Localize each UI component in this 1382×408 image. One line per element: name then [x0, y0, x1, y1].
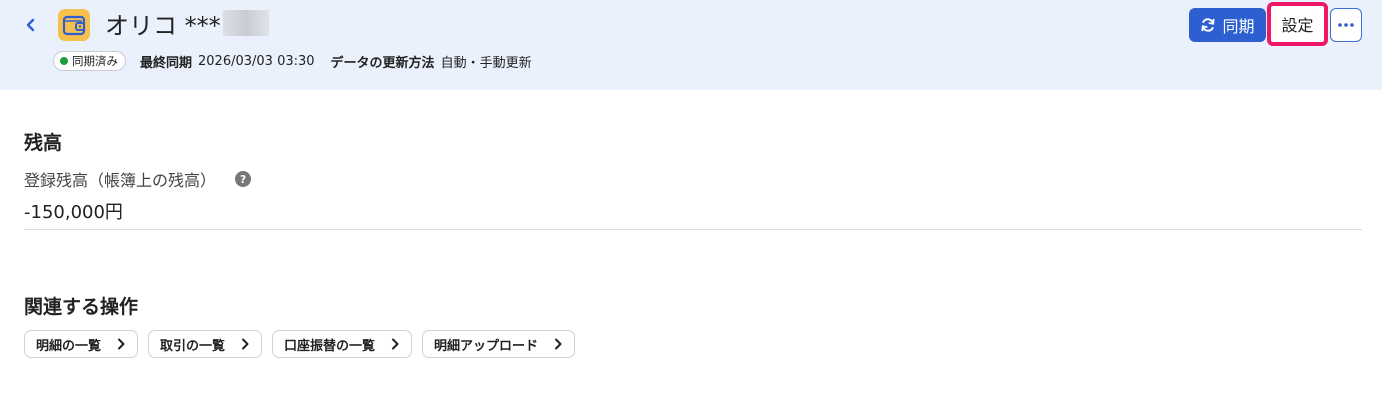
last-sync-label: 最終同期: [140, 55, 193, 71]
balance-label-row: 登録残高（帳簿上の残高） ?: [24, 168, 252, 190]
status-badge: 同期済み: [53, 51, 126, 71]
account-name: オリコ ***: [105, 11, 221, 40]
action-label: 明細アップロード: [434, 338, 539, 354]
chevron-right-icon: [554, 338, 562, 350]
action-label: 口座振替の一覧: [284, 338, 376, 354]
sync-icon: [1201, 18, 1215, 32]
masked-account-number: [222, 10, 269, 36]
balance-section-title: 残高: [24, 132, 63, 154]
last-sync-value: 2026/03/03 03:30: [198, 53, 315, 69]
back-button[interactable]: [20, 14, 42, 36]
chevron-right-icon: [391, 338, 399, 350]
update-method-value: 自動・手動更新: [440, 55, 532, 71]
chevron-right-icon: [241, 338, 249, 350]
action-label: 取引の一覧: [160, 338, 226, 354]
sync-button[interactable]: 同期: [1189, 8, 1266, 42]
status-dot-icon: [60, 57, 68, 65]
more-options-button[interactable]: [1330, 8, 1362, 42]
action-label: 明細の一覧: [36, 338, 102, 354]
balance-value: -150,000円: [24, 202, 123, 223]
statement-list-button[interactable]: 明細の一覧: [24, 330, 139, 358]
sync-button-label: 同期: [1222, 17, 1255, 36]
balance-label: 登録残高（帳簿上の残高）: [24, 171, 217, 190]
page-title: オリコ ***: [105, 6, 269, 40]
related-actions-title: 関連する操作: [24, 296, 139, 318]
divider: [24, 229, 1362, 230]
related-actions-list: 明細の一覧 取引の一覧 口座振替の一覧 明細アップロード: [24, 330, 576, 358]
account-header: オリコ *** 同期済み 最終同期 2026/03/03 03:30 データの更…: [0, 0, 1382, 90]
more-dots-icon: [1338, 23, 1354, 27]
status-badge-label: 同期済み: [72, 54, 118, 68]
settings-button[interactable]: 設定: [1273, 8, 1322, 40]
help-icon[interactable]: ?: [235, 171, 252, 187]
account-transfer-list-button[interactable]: 口座振替の一覧: [272, 330, 413, 358]
settings-highlight-frame: 設定: [1267, 2, 1328, 46]
statement-upload-button[interactable]: 明細アップロード: [422, 330, 576, 358]
sync-info-row: 同期済み 最終同期 2026/03/03 03:30 データの更新方法 自動・手…: [53, 51, 548, 71]
chevron-left-icon: [26, 18, 35, 32]
chevron-right-icon: [117, 338, 125, 350]
update-method-label: データの更新方法: [330, 55, 435, 71]
wallet-icon: [58, 9, 90, 41]
transaction-list-button[interactable]: 取引の一覧: [148, 330, 263, 358]
